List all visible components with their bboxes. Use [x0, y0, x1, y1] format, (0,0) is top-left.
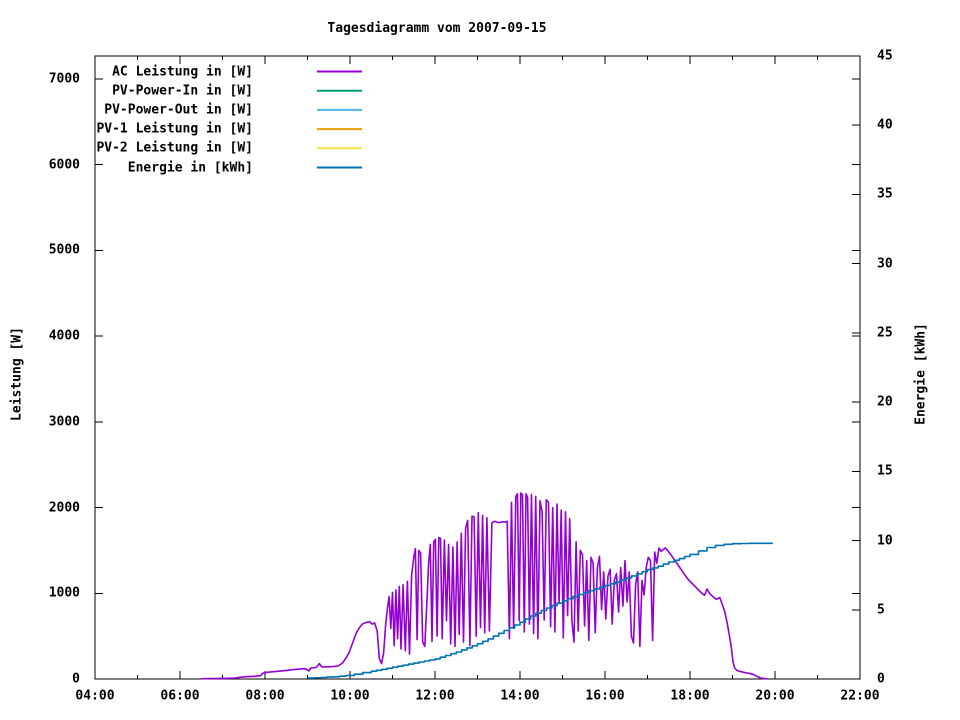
x-tick-label: 20:00	[755, 688, 795, 704]
x-tick-label: 04:00	[75, 688, 115, 704]
legend-item: AC Leistung in [W]	[100, 62, 253, 81]
data-series	[201, 492, 773, 680]
x-tick-label: 18:00	[670, 688, 710, 704]
legend-line-swatches	[317, 70, 362, 169]
y-tick-label: 1000	[48, 585, 80, 601]
series-5	[307, 542, 773, 679]
y2-tick-label: 10	[877, 533, 893, 549]
legend-item: PV-Power-In in [W]	[100, 81, 253, 100]
y-tick-label: 7000	[48, 71, 80, 87]
x-tick-label: 10:00	[330, 688, 370, 704]
x-tick-label: 08:00	[245, 688, 285, 704]
y2-tick-label: 20	[877, 394, 893, 410]
y2-tick-label: 45	[877, 48, 893, 64]
legend-label: AC Leistung in [W]	[112, 64, 253, 79]
x-tick-label: 06:00	[160, 688, 200, 704]
y-tick-label: 5000	[48, 242, 80, 258]
series-0	[201, 492, 768, 680]
y-tick-label: 4000	[48, 328, 80, 344]
y-tick-label: 6000	[48, 157, 80, 173]
y2-axis-label: Energie [kWh]	[913, 323, 929, 425]
legend-item: PV-1 Leistung in [W]	[96, 120, 253, 139]
x-tick-label: 12:00	[415, 688, 455, 704]
y-tick-label: 2000	[48, 500, 80, 516]
x-tick-label: 22:00	[840, 688, 880, 704]
legend-label: PV-2 Leistung in [W]	[96, 140, 253, 156]
y-tick-label: 3000	[48, 414, 80, 430]
y2-tick-label: 30	[877, 256, 893, 272]
legend-label: Energie in [kWh]	[127, 160, 253, 175]
y2-tick-label: 35	[877, 186, 893, 202]
chart-title: Tagesdiagramm vom 2007-09-15	[327, 21, 547, 36]
x-tick-label: 16:00	[585, 688, 625, 704]
y2-tick-label: 0	[877, 671, 885, 687]
y2-tick-label: 15	[877, 463, 893, 479]
legend-label: PV-Power-In in [W]	[112, 83, 253, 99]
y2-tick-label: 25	[877, 325, 893, 341]
y2-tick-label: 5	[877, 602, 885, 618]
legend-label: PV-1 Leistung in [W]	[96, 121, 253, 137]
legend-item: Energie in [kWh]	[100, 158, 253, 177]
chart-canvas: Tagesdiagramm vom 2007-09-15 Leistung [W…	[0, 0, 960, 720]
legend-item: PV-Power-Out in [W]	[100, 100, 253, 119]
y2-tick-label: 40	[877, 117, 893, 133]
legend-item: PV-2 Leistung in [W]	[96, 139, 253, 158]
y-tick-label: 0	[72, 671, 80, 687]
legend-label: PV-Power-Out in [W]	[104, 102, 253, 118]
x-tick-label: 14:00	[500, 688, 540, 704]
